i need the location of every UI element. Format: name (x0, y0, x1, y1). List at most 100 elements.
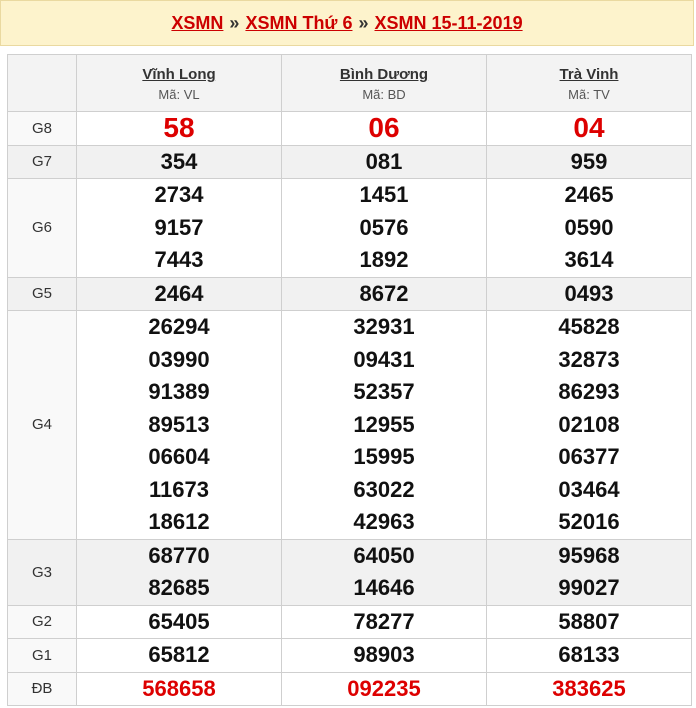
prize-number: 383625 (552, 675, 626, 701)
prize-number: 32873 (558, 346, 620, 372)
prize-number: 65405 (148, 608, 210, 634)
prize-number: 99027 (558, 575, 620, 600)
prize-number: 32931 (353, 314, 415, 339)
province-code: Mã: VL (158, 87, 200, 102)
prize-number: 06377 (558, 444, 620, 469)
prize-number: 65812 (148, 642, 210, 667)
prize-number: 06604 (148, 444, 210, 469)
prize-number: 58 (163, 112, 195, 143)
prize-label: G8 (7, 111, 77, 146)
prize-cell: 2464 (76, 276, 282, 311)
breadcrumb: XSMN » XSMN Thứ 6 » XSMN 15-11-2019 (0, 0, 694, 46)
prize-number: 58807 (558, 608, 620, 634)
province-link[interactable]: Vĩnh Long (77, 66, 281, 83)
province-header-row: Vĩnh Long Mã: VL Bình Dương Mã: BD Trà V… (7, 54, 692, 112)
prize-number: 03990 (148, 346, 210, 372)
prize-cell: 58 (76, 111, 282, 146)
province-code: Mã: BD (362, 87, 406, 102)
prize-number: 02108 (558, 411, 620, 437)
prize-number: 42963 (353, 509, 415, 534)
prize-cell: 95968 99027 (486, 538, 692, 606)
prize-cell: 98903 (281, 638, 487, 673)
prize-number: 89513 (148, 411, 210, 437)
prize-cell: 2734 9157 7443 (76, 178, 282, 278)
province-link[interactable]: Bình Dương (282, 66, 486, 83)
prize-number: 52357 (353, 379, 415, 404)
prize-number: 18612 (148, 509, 210, 534)
prize-cell: 959 (486, 144, 692, 179)
prize-number: 0576 (359, 214, 409, 240)
prize-number: 45828 (558, 314, 620, 339)
prize-cell: 64050 14646 (281, 538, 487, 606)
corner-cell (7, 54, 77, 112)
results-table: Vĩnh Long Mã: VL Bình Dương Mã: BD Trà V… (7, 54, 692, 706)
prize-cell: 32931 09431 52357 12955 15995 63022 42963 (281, 310, 487, 540)
prize-number: 95968 (558, 542, 620, 568)
prize-cell: 568658 (76, 671, 282, 706)
prize-row: G7 354 081 959 (7, 144, 692, 179)
prize-number: 82685 (148, 575, 210, 600)
prize-label: ĐB (7, 671, 77, 706)
prize-cell: 68133 (486, 638, 692, 673)
prize-cell: 0493 (486, 276, 692, 311)
prize-row: G8 58 06 04 (7, 111, 692, 146)
prize-number: 04 (573, 112, 605, 143)
prize-number: 86293 (558, 379, 620, 404)
prize-label: G1 (7, 638, 77, 673)
province-link[interactable]: Trà Vinh (487, 66, 691, 83)
breadcrumb-separator: » (358, 12, 369, 33)
prize-cell: 65405 (76, 604, 282, 639)
prize-cell: 081 (281, 144, 487, 179)
prize-number: 98903 (353, 642, 415, 667)
prize-cell: 26294 03990 91389 89513 06604 11673 18612 (76, 310, 282, 540)
prize-number: 1451 (359, 182, 409, 207)
prize-label: G6 (7, 178, 77, 278)
prize-number: 26294 (148, 314, 210, 339)
breadcrumb-xsmn-date-link[interactable]: XSMN 15-11-2019 (375, 13, 523, 34)
prize-number: 2465 (564, 182, 614, 207)
prize-label: G5 (7, 276, 77, 311)
prize-cell: 78277 (281, 604, 487, 639)
prize-number: 64050 (353, 542, 415, 568)
prize-number: 09431 (353, 346, 415, 372)
prize-number: 11673 (149, 476, 209, 502)
province-header: Trà Vinh Mã: TV (486, 54, 692, 112)
prize-label: G2 (7, 604, 77, 639)
prize-cell: 092235 (281, 671, 487, 706)
prize-number: 78277 (353, 608, 415, 634)
prize-number: 52016 (558, 509, 620, 534)
prize-row: ĐB 568658 092235 383625 (7, 671, 692, 706)
prize-number: 91389 (148, 379, 210, 404)
prize-number: 12955 (353, 411, 415, 437)
prize-row: G5 2464 8672 0493 (7, 276, 692, 311)
prize-row: G6 2734 9157 7443 1451 0576 1892 2465 0590 3614 (7, 178, 692, 278)
prize-label: G4 (7, 310, 77, 540)
prize-number: 06 (368, 112, 400, 143)
breadcrumb-xsmn-thu6-link[interactable]: XSMN Thứ 6 (245, 13, 352, 34)
province-code: Mã: TV (568, 87, 610, 102)
prize-cell: 354 (76, 144, 282, 179)
prize-number: 3614 (564, 247, 614, 272)
prize-cell: 06 (281, 111, 487, 146)
prize-number: 1892 (359, 247, 409, 272)
prize-number: 081 (365, 148, 403, 174)
breadcrumb-xsmn-link[interactable]: XSMN (171, 13, 223, 34)
prize-number: 959 (570, 148, 608, 174)
prize-cell: 8672 (281, 276, 487, 311)
province-header: Vĩnh Long Mã: VL (76, 54, 282, 112)
prize-number: 2464 (154, 280, 204, 306)
prize-cell: 65812 (76, 638, 282, 673)
prize-label: G3 (7, 538, 77, 606)
prize-cell: 58807 (486, 604, 692, 639)
prize-cell: 45828 32873 86293 02108 06377 03464 52016 (486, 310, 692, 540)
prize-number: 68770 (148, 542, 210, 568)
prize-number: 2734 (154, 182, 204, 207)
province-header: Bình Dương Mã: BD (281, 54, 487, 112)
prize-number: 14646 (353, 575, 415, 600)
prize-number: 03464 (558, 476, 620, 502)
prize-cell: 383625 (486, 671, 692, 706)
breadcrumb-separator: » (229, 12, 240, 33)
prize-row: G2 65405 78277 58807 (7, 604, 692, 639)
prize-number: 0590 (564, 214, 614, 240)
prize-cell: 2465 0590 3614 (486, 178, 692, 278)
